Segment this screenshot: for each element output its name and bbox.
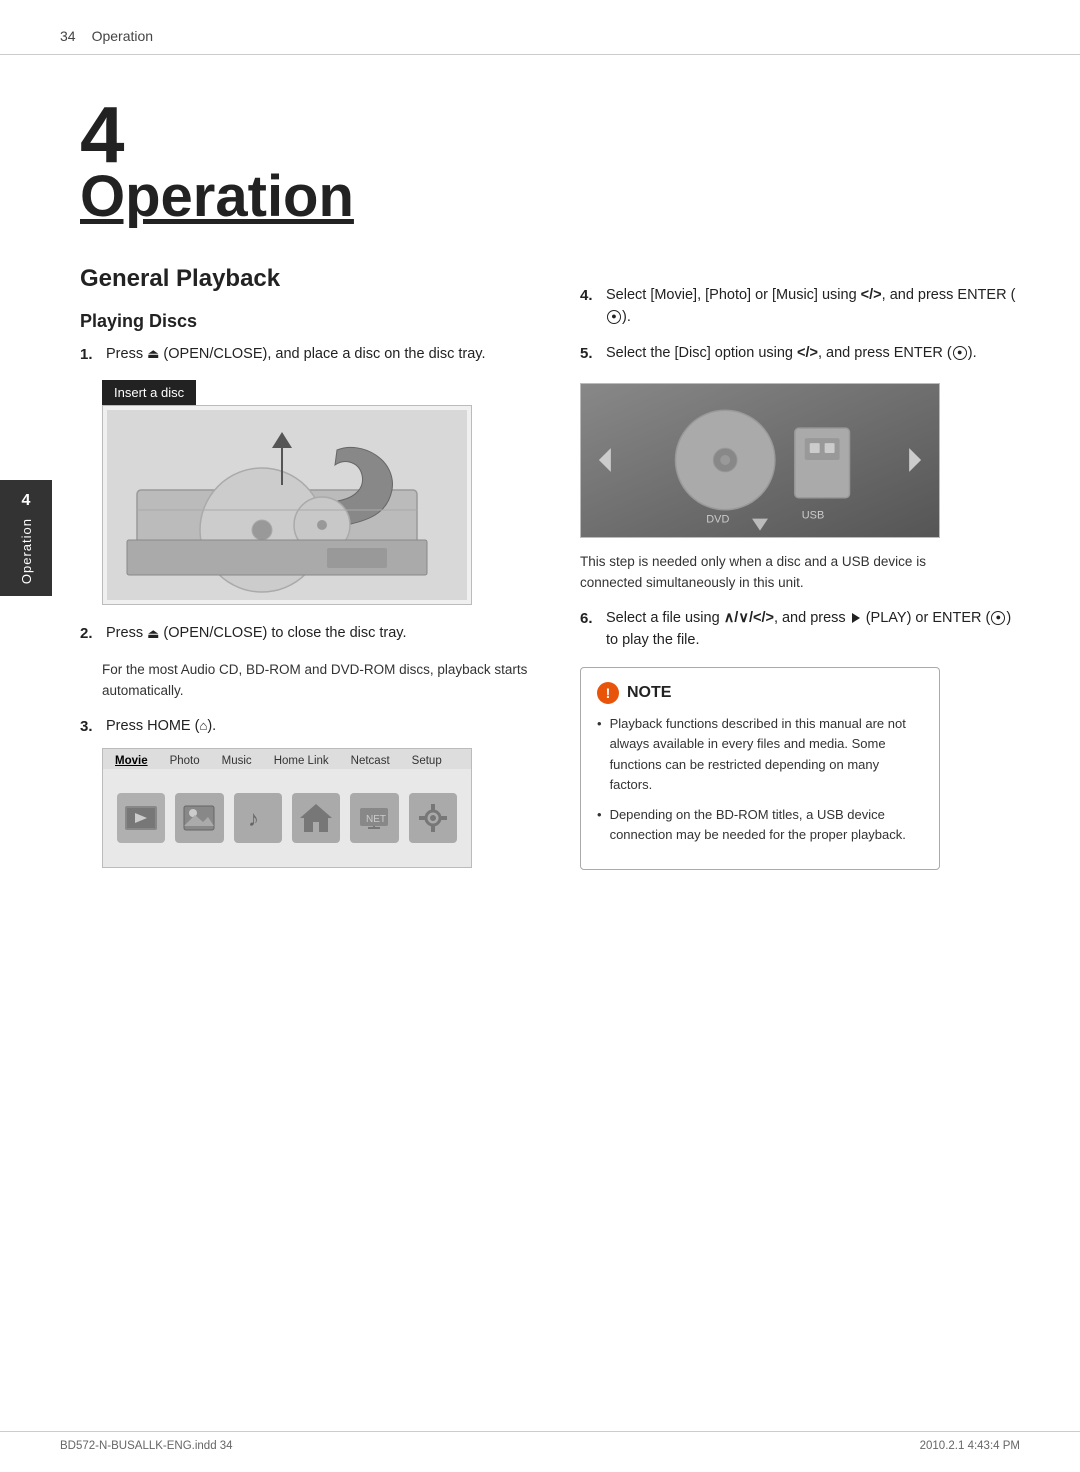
step-2-text: Press ⏏ (OPEN/CLOSE) to close the disc t… [106,623,540,645]
step-3-num: 3. [80,716,102,739]
setup-icon-svg [415,800,451,836]
note-bullet-1: • [597,714,602,734]
step-1-num: 1. [80,344,102,367]
home-tab-netcast: Netcast [347,753,394,769]
note-text-2: Depending on the BD-ROM titles, a USB de… [610,805,923,845]
step-5: 5. Select the [Disc] option using </>, a… [580,343,1020,366]
step-5-text: Select the [Disc] option using </>, and … [606,343,1020,365]
home-icon-movie [117,793,165,843]
movie-icon-svg [123,800,159,836]
insert-disc-label: Insert a disc [102,380,196,405]
side-tab: 4 Operation [0,480,52,596]
dvd-usb-note: This step is needed only when a disc and… [580,552,940,594]
note-box: ! NOTE • Playback functions described in… [580,667,940,870]
step-6-num: 6. [580,608,602,631]
home-tab-music: Music [218,753,256,769]
music-icon-svg: ♪ [240,800,276,836]
steps-left: 1. Press ⏏ (OPEN/CLOSE), and place a dis… [80,344,540,367]
note-item-1: • Playback functions described in this m… [597,714,923,795]
step-3-text: Press HOME (⌂). [106,716,540,738]
disc-tray-illustration [107,410,467,600]
insert-disc-section: Insert a disc [102,380,540,605]
home-icon-setup [409,793,457,843]
home-tab-movie: Movie [111,753,152,769]
home-icon-photo [175,793,223,843]
step-1: 1. Press ⏏ (OPEN/CLOSE), and place a dis… [80,344,540,367]
svg-text:DVD: DVD [706,514,729,526]
home-icon-netcast: NET [350,793,398,843]
enter-icon-6: ● [991,611,1005,625]
home-menu-box: Movie Photo Music Home Link Netcast Setu… [102,748,472,868]
disc-image-box [102,405,472,605]
netcast-icon-svg: NET [356,800,392,836]
note-bullet-2: • [597,805,602,825]
home-tab-setup: Setup [408,753,446,769]
step-6: 6. Select a file using ∧/∨/</>, and pres… [580,608,1020,652]
note-text-1: Playback functions described in this man… [610,714,923,795]
page-number-top: 34 [60,28,76,44]
dvd-usb-inner: DVD USB [581,384,939,537]
home-menu-tabs: Movie Photo Music Home Link Netcast Setu… [103,749,471,769]
chapter-title: Operation [80,165,540,229]
svg-text:♪: ♪ [248,806,259,831]
side-tab-number: 4 [22,492,31,510]
right-column: 4. Select [Movie], [Photo] or [Music] us… [580,95,1020,870]
left-column: 4 Operation General Playback Playing Dis… [80,95,540,870]
page-header: 34 Operation [0,0,1080,55]
home-icon-homelink [292,793,340,843]
note-title: NOTE [627,684,671,702]
page-header-section: Operation [92,28,153,44]
home-tab-photo: Photo [166,753,204,769]
svg-text:USB: USB [802,510,824,522]
step-6-text: Select a file using ∧/∨/</>, and press (… [606,608,1020,652]
note-header: ! NOTE [597,682,923,704]
step-4-text: Select [Movie], [Photo] or [Music] using… [606,285,1020,329]
footer-left: BD572-N-BUSALLK-ENG.indd 34 [60,1440,233,1452]
step-2-num: 2. [80,623,102,646]
section-title: General Playback [80,265,540,293]
steps-right: 4. Select [Movie], [Photo] or [Music] us… [580,285,1020,365]
page-footer: BD572-N-BUSALLK-ENG.indd 34 2010.2.1 4:4… [0,1431,1080,1452]
homelink-icon-svg [298,800,334,836]
chapter-number: 4 [80,95,540,175]
side-tab-label: Operation [19,518,34,584]
svg-text:NET: NET [366,814,386,825]
home-tab-homelink: Home Link [270,753,333,769]
page: 34 Operation 4 Operation 4 Operation Gen… [0,0,1080,1472]
enter-icon-5: ● [953,346,967,360]
sub-text-2: For the most Audio CD, BD-ROM and DVD-RO… [102,660,540,702]
home-icon: ⌂ [199,716,207,736]
eject-icon-2: ⏏ [147,624,159,644]
dvd-usb-box: DVD USB [580,383,940,538]
step-1-text: Press ⏏ (OPEN/CLOSE), and place a disc o… [106,344,540,366]
step-4: 4. Select [Movie], [Photo] or [Music] us… [580,285,1020,329]
enter-icon-4: ● [607,310,621,324]
photo-icon-svg [181,800,217,836]
home-menu-icons: ♪ NET [103,769,471,867]
subsection-title: Playing Discs [80,311,540,332]
play-icon [852,613,860,623]
step-2: 2. Press ⏏ (OPEN/CLOSE) to close the dis… [80,623,540,646]
step-4-num: 4. [580,285,602,308]
steps-left-2: 2. Press ⏏ (OPEN/CLOSE) to close the dis… [80,623,540,646]
home-icon-music: ♪ [234,793,282,843]
dvd-usb-svg: DVD USB [581,383,939,538]
note-icon: ! [597,682,619,704]
note-list: • Playback functions described in this m… [597,714,923,845]
main-content: 4 Operation General Playback Playing Dis… [0,55,1080,910]
step-5-num: 5. [580,343,602,366]
note-item-2: • Depending on the BD-ROM titles, a USB … [597,805,923,845]
footer-right: 2010.2.1 4:43:4 PM [920,1440,1020,1452]
eject-icon-1: ⏏ [147,344,159,364]
step-3: 3. Press HOME (⌂). [80,716,540,739]
